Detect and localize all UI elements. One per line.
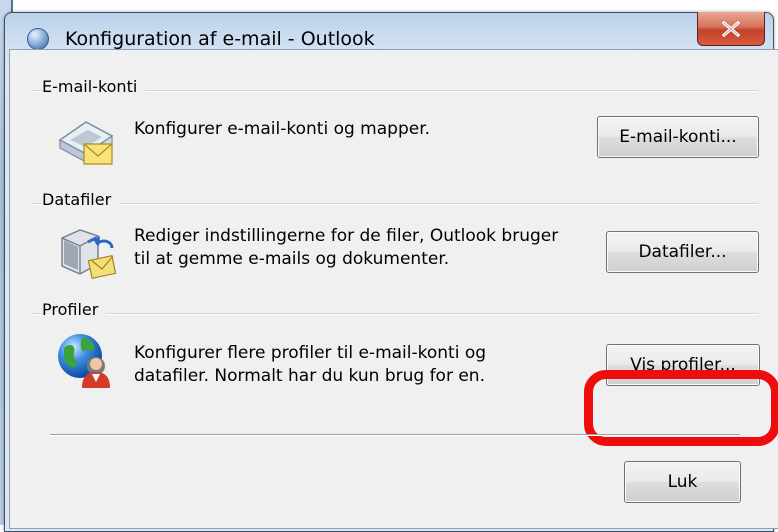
group-divider (32, 203, 758, 205)
profiles-description: Konfigurer flere profiler til e-mail-kon… (134, 342, 486, 388)
data-files-description-line1: Rediger indstillingerne for de filer, Ou… (134, 226, 559, 246)
group-label-data-files: Datafiler (42, 190, 120, 209)
close-window-button[interactable] (697, 12, 765, 46)
profiles-description-line2: datafiler. Normalt har du kun brug for e… (134, 366, 485, 386)
group-label-profiles: Profiler (42, 300, 107, 319)
data-files-description: Rediger indstillingerne for de filer, Ou… (134, 225, 558, 271)
data-files-icon (61, 229, 117, 280)
data-files-button[interactable]: Datafiler... (606, 231, 759, 273)
email-accounts-icon (58, 121, 114, 165)
group-divider (32, 313, 758, 315)
email-accounts-button[interactable]: E-mail-konti... (597, 116, 759, 158)
group-label-email-accounts: E-mail-konti (42, 77, 146, 96)
show-profiles-button[interactable]: Vis profiler... (606, 344, 760, 386)
close-dialog-button[interactable]: Luk (624, 461, 741, 503)
footer-separator (50, 434, 740, 436)
window-title: Konfiguration af e-mail - Outlook (65, 28, 375, 50)
profiles-description-line1: Konfigurer flere profiler til e-mail-kon… (134, 343, 487, 363)
profiles-icon (58, 334, 110, 388)
close-icon (722, 21, 740, 37)
data-files-description-line2: til at gemme e-mails og dokumenter. (134, 249, 450, 269)
outlook-globe-icon (27, 28, 49, 50)
dialog-client-area: E-mail-konti Konfigurer e-mail-konti og … (9, 49, 778, 529)
email-accounts-description: Konfigurer e-mail-konti og mapper. (134, 119, 431, 139)
